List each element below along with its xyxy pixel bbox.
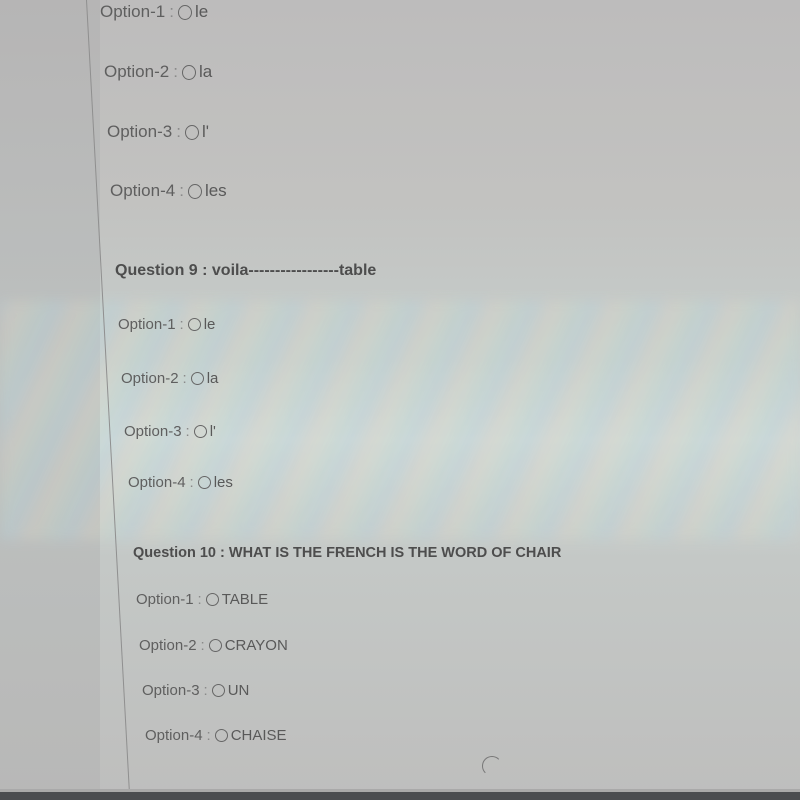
- option-label: Option-2: [121, 370, 179, 387]
- option-text: TABLE: [221, 591, 269, 608]
- radio-button[interactable]: [181, 64, 196, 80]
- option-text: la: [206, 370, 219, 387]
- radio-button[interactable]: [205, 593, 219, 606]
- option-label: Option-1: [100, 2, 166, 21]
- option-separator: :: [182, 370, 187, 387]
- option-label: Option-4: [128, 474, 186, 491]
- option-label: Option-1: [136, 591, 194, 608]
- option-text: UN: [227, 682, 250, 699]
- radio-button[interactable]: [177, 4, 192, 20]
- radio-button[interactable]: [187, 318, 201, 331]
- q8-option-4[interactable]: Option-4 : les: [110, 181, 227, 201]
- option-label: Option-1: [118, 316, 176, 333]
- option-label: Option-2: [104, 62, 170, 81]
- option-text: le: [194, 2, 209, 21]
- option-separator: :: [203, 682, 208, 699]
- radio-button[interactable]: [197, 476, 211, 489]
- q10-option-4[interactable]: Option-4 : CHAISE: [145, 727, 287, 744]
- option-text: CRAYON: [224, 637, 288, 654]
- option-separator: :: [189, 474, 194, 491]
- option-text: le: [203, 316, 216, 333]
- option-text: l': [201, 122, 209, 141]
- option-separator: :: [197, 591, 202, 608]
- q8-option-3[interactable]: Option-3 : l': [107, 122, 209, 142]
- option-text: la: [198, 62, 213, 81]
- question-10-title: Question 10 : WHAT IS THE FRENCH IS THE …: [133, 545, 562, 561]
- option-label: Option-3: [107, 122, 173, 141]
- radio-button[interactable]: [211, 684, 225, 697]
- option-text: l': [209, 423, 216, 440]
- question-9-title: Question 9 : voila-----------------table: [115, 262, 377, 279]
- radio-button[interactable]: [190, 372, 204, 385]
- q10-option-2[interactable]: Option-2 : CRAYON: [139, 637, 288, 654]
- q10-option-3[interactable]: Option-3 : UN: [142, 682, 249, 699]
- option-text: les: [204, 181, 227, 200]
- option-separator: :: [206, 727, 211, 744]
- option-separator: :: [200, 637, 205, 654]
- q9-option-3[interactable]: Option-3 : l': [124, 423, 216, 440]
- q9-option-4[interactable]: Option-4 : les: [128, 474, 233, 491]
- option-separator: :: [179, 316, 184, 333]
- q8-option-2[interactable]: Option-2 : la: [104, 62, 212, 82]
- q10-option-1[interactable]: Option-1 : TABLE: [136, 591, 268, 608]
- quiz-screen: Option-1 : le Option-2 : la Option-3 : l…: [0, 0, 800, 800]
- q8-option-1[interactable]: Option-1 : le: [100, 2, 208, 22]
- q9-option-2[interactable]: Option-2 : la: [121, 370, 218, 387]
- screen-bezel: [0, 792, 800, 800]
- option-label: Option-4: [145, 727, 203, 744]
- option-text: CHAISE: [230, 727, 287, 744]
- radio-button[interactable]: [214, 729, 228, 742]
- option-label: Option-3: [124, 423, 182, 440]
- option-label: Option-3: [142, 682, 200, 699]
- quiz-content: Option-1 : le Option-2 : la Option-3 : l…: [0, 0, 800, 800]
- option-separator: :: [179, 181, 184, 200]
- option-separator: :: [169, 2, 174, 21]
- radio-button[interactable]: [187, 183, 202, 199]
- option-label: Option-4: [110, 181, 176, 200]
- option-text: les: [213, 474, 233, 491]
- radio-button[interactable]: [184, 124, 199, 140]
- radio-button[interactable]: [193, 425, 207, 438]
- q9-option-1[interactable]: Option-1 : le: [118, 316, 215, 333]
- spinner-icon: [482, 756, 502, 776]
- option-label: Option-2: [139, 637, 197, 654]
- radio-button[interactable]: [208, 639, 222, 652]
- option-separator: :: [185, 423, 190, 440]
- option-separator: :: [176, 122, 181, 141]
- option-separator: :: [173, 62, 178, 81]
